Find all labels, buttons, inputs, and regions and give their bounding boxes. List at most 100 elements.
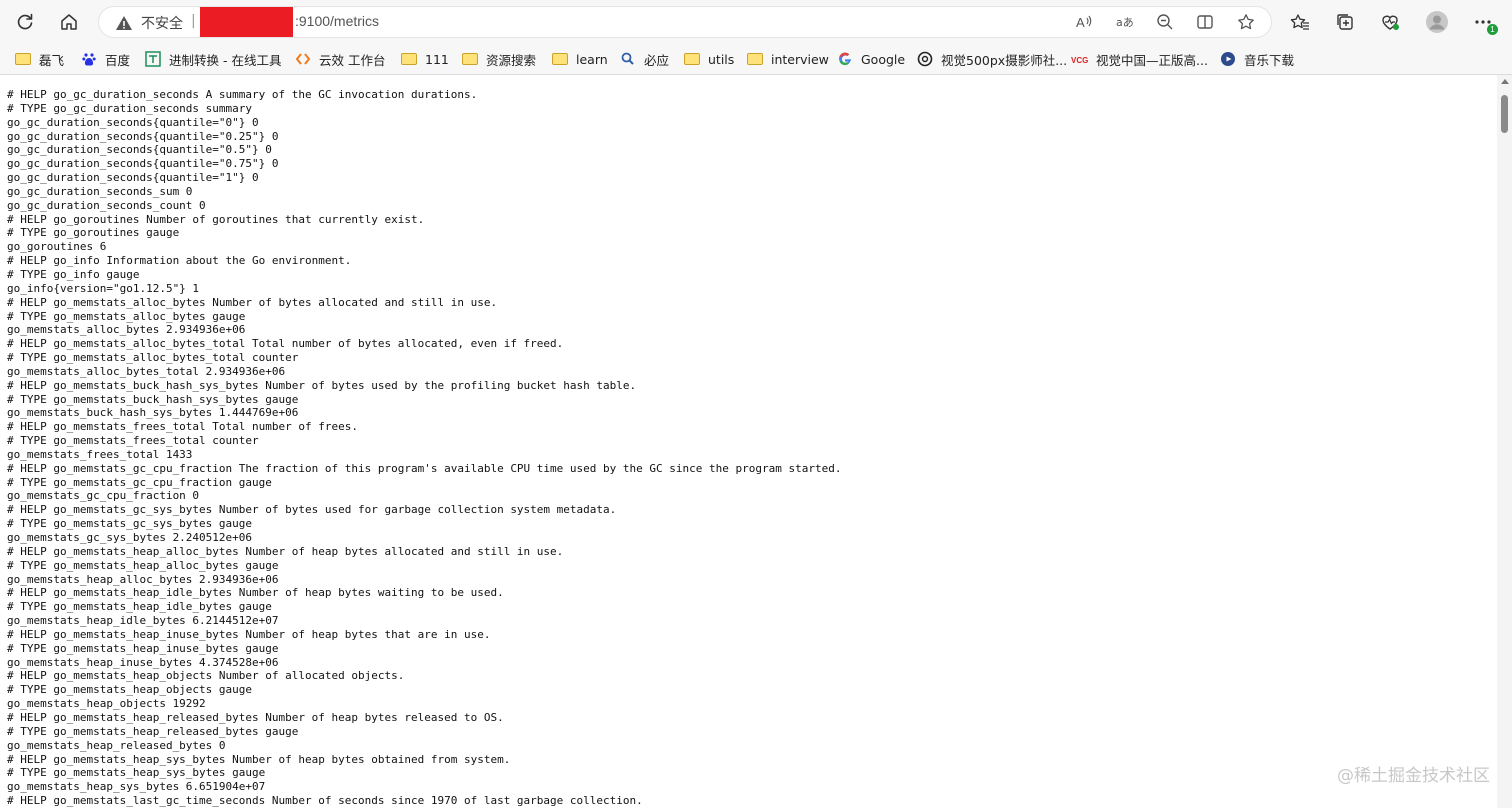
bookmark-label: 资源搜索 [486,52,537,68]
metrics-line: go_memstats_alloc_bytes 2.934936e+06 [7,323,246,337]
bookmark-yunxiao[interactable]: 云效 工作台 [294,47,385,71]
scroll-thumb[interactable] [1501,95,1508,133]
bookmark-utils[interactable]: utils [683,47,734,71]
metrics-line: go_memstats_heap_inuse_bytes 4.374528e+0… [7,655,279,669]
profile-icon[interactable] [1421,6,1453,38]
home-icon[interactable] [53,6,85,38]
metrics-line: # HELP go_memstats_alloc_bytes_total Tot… [7,337,564,351]
folder-icon [400,51,418,67]
500px-icon [916,51,934,67]
metrics-line: # HELP go_memstats_heap_alloc_bytes Numb… [7,544,564,558]
bookmark-label: 磊飞 [39,52,65,68]
metrics-line: go_memstats_heap_idle_bytes 6.2144512e+0… [7,614,279,628]
extension-badge: 1 [1487,24,1498,35]
metrics-line: # TYPE go_memstats_heap_released_bytes g… [7,724,299,738]
read-aloud-icon[interactable]: A [1075,13,1095,33]
metrics-line: go_memstats_heap_released_bytes 0 [7,738,226,752]
metrics-line: # HELP go_memstats_heap_released_bytes N… [7,710,504,724]
metrics-line: # HELP go_goroutines Number of goroutine… [7,212,425,226]
address-bar[interactable]: 不安全 | :9100/metrics A aあ [98,6,1272,38]
metrics-line: go_memstats_alloc_bytes_total 2.934936e+… [7,364,286,378]
metrics-line: # TYPE go_info gauge [7,267,140,281]
bookmark-label: utils [708,51,735,67]
bookmark-label: learn [576,51,608,67]
metrics-line: # HELP go_memstats_heap_idle_bytes Numbe… [7,586,504,600]
metrics-line: # TYPE go_memstats_alloc_bytes gauge [7,309,246,323]
metrics-line: # TYPE go_memstats_gc_cpu_fraction gauge [7,475,272,489]
metrics-line: go_info{version="go1.12.5"} 1 [7,281,200,295]
svg-text:VCG: VCG [1071,56,1088,65]
bookmark-vcg[interactable]: VCG 视觉中国—正版高... [1071,47,1208,71]
collections-icon[interactable] [1329,6,1361,38]
metrics-line: # HELP go_memstats_gc_sys_bytes Number o… [7,503,617,517]
browser-toolbar: 不安全 | :9100/metrics A aあ 1 [0,0,1512,44]
bookmark-label: 视觉500px摄影师社... [941,52,1068,68]
split-screen-icon[interactable] [1196,13,1216,33]
baidu-icon [80,51,98,67]
bookmark-label: 百度 [105,52,131,68]
metrics-line: go_gc_duration_seconds_count 0 [7,198,206,212]
metrics-line: # HELP go_info Information about the Go … [7,254,352,268]
metrics-line: go_gc_duration_seconds_sum 0 [7,184,193,198]
zoom-icon[interactable] [1156,13,1176,33]
reload-icon[interactable] [9,6,41,38]
bookmark-google[interactable]: Google [836,47,905,71]
bookmark-base-converter[interactable]: 进制转换 - 在线工具 [144,47,281,71]
folder-icon [551,51,569,67]
metrics-line: # HELP go_memstats_alloc_bytes Number of… [7,295,498,309]
vcg-icon: VCG [1071,51,1089,67]
bookmark-interview[interactable]: interview [746,47,829,71]
redacted-host [200,7,293,37]
bookmark-bing[interactable]: 必应 [619,47,669,71]
search-icon [619,51,637,67]
metrics-line: # HELP go_memstats_last_gc_time_seconds … [7,794,643,808]
metrics-line: go_memstats_heap_sys_bytes 6.651904e+07 [7,780,266,794]
metrics-line: go_memstats_frees_total 1433 [7,447,193,461]
google-icon [836,51,854,67]
svg-text:aあ: aあ [1116,16,1134,29]
vertical-scrollbar[interactable] [1497,75,1512,808]
warning-icon[interactable] [115,14,133,32]
browser-essentials-icon[interactable] [1374,6,1406,38]
translate-icon[interactable]: aあ [1116,13,1136,33]
star-icon[interactable] [1237,13,1257,33]
metrics-line: go_memstats_buck_hash_sys_bytes 1.444769… [7,406,299,420]
bookmark-label: 音乐下载 [1244,52,1295,68]
bookmark-label: 必应 [644,52,670,68]
music-icon [1219,51,1237,67]
bookmark-500px[interactable]: 视觉500px摄影师社... [916,47,1067,71]
metrics-line: go_memstats_gc_sys_bytes 2.240512e+06 [7,531,253,544]
metrics-text: # HELP go_gc_duration_seconds A summary … [0,75,1497,808]
metrics-line: go_gc_duration_seconds{quantile="1"} 0 [7,171,259,185]
metrics-line: # HELP go_memstats_heap_objects Number o… [7,669,405,683]
bookmark-label: 111 [425,51,449,67]
metrics-line: go_gc_duration_seconds{quantile="0.75"} … [7,157,279,171]
tool-icon [144,51,162,67]
metrics-line: # TYPE go_memstats_heap_sys_bytes gauge [7,766,266,780]
bookmark-learn[interactable]: learn [551,47,608,71]
metrics-line: # TYPE go_memstats_heap_inuse_bytes gaug… [7,641,279,655]
bookmark-111[interactable]: 111 [400,47,449,71]
favorites-icon[interactable] [1284,6,1316,38]
bookmark-baidu[interactable]: 百度 [80,47,130,71]
metrics-line: go_memstats_heap_objects 19292 [7,697,206,711]
bookmark-music-download[interactable]: 音乐下载 [1219,47,1294,71]
metrics-line: go_gc_duration_seconds{quantile="0.25"} … [7,129,279,143]
bookmark-leifei[interactable]: 磊飞 [14,47,64,71]
bookmark-resource-search[interactable]: 资源搜索 [461,47,536,71]
metrics-line: # HELP go_memstats_gc_cpu_fraction The f… [7,461,842,475]
bookmark-label: 视觉中国—正版高... [1096,52,1208,68]
bookmark-label: 云效 工作台 [319,52,386,68]
url-text[interactable]: :9100/metrics [295,13,379,29]
metrics-line: go_memstats_gc_cpu_fraction 0 [7,489,200,503]
folder-icon [746,51,764,67]
security-status-label[interactable]: 不安全 [141,13,183,33]
metrics-line: # TYPE go_memstats_frees_total counter [7,434,259,448]
folder-icon [461,51,479,67]
scroll-up-arrow-icon[interactable] [1501,79,1509,84]
svg-text:A: A [1076,15,1085,30]
bookmark-label: interview [771,51,829,67]
metrics-line: # TYPE go_gc_duration_seconds summary [7,101,253,115]
yunxiao-icon [294,51,312,67]
bookmarks-bar: 磊飞 百度 进制转换 - 在线工具 云效 工作台 111 资源搜索 learn … [0,44,1512,75]
